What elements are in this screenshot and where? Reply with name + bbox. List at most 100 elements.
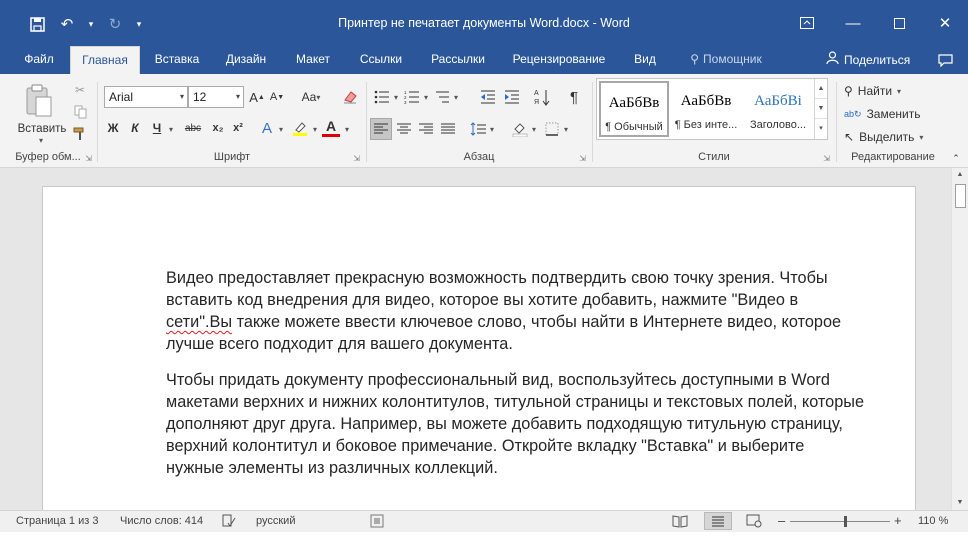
tab-home[interactable]: Главная bbox=[70, 46, 140, 74]
find-dropdown-icon: ▾ bbox=[897, 86, 902, 96]
line-spacing-icon[interactable] bbox=[468, 119, 488, 139]
underline-dropdown-icon[interactable]: ▾ bbox=[166, 125, 176, 134]
clipboard-launcher-icon[interactable]: ⇲ bbox=[85, 154, 92, 163]
shrink-font-icon[interactable]: A ▼ bbox=[268, 88, 286, 106]
text-effects-dropdown-icon[interactable]: ▾ bbox=[276, 125, 286, 134]
select-button[interactable]: ↖ Выделить ▾ bbox=[844, 128, 940, 146]
replace-button[interactable]: ab↻ Заменить bbox=[844, 105, 934, 123]
increase-indent-icon[interactable] bbox=[502, 88, 522, 106]
show-formatting-icon[interactable]: ¶ bbox=[564, 88, 584, 106]
zoom-out-icon[interactable]: – bbox=[778, 513, 785, 528]
find-label: Найти bbox=[857, 84, 893, 98]
share-button[interactable]: Поделиться bbox=[826, 46, 910, 74]
document-area: Видео предоставляет прекрасную возможнос… bbox=[0, 168, 968, 510]
tab-insert[interactable]: Вставка bbox=[146, 46, 208, 74]
highlight-icon[interactable] bbox=[290, 119, 310, 137]
align-right-icon[interactable] bbox=[416, 119, 436, 139]
subscript-button[interactable]: x₂ bbox=[208, 119, 228, 137]
sort-icon[interactable]: АЯ bbox=[532, 86, 552, 108]
macro-icon[interactable] bbox=[370, 514, 384, 531]
paste-icon[interactable] bbox=[18, 80, 58, 122]
align-left-icon[interactable] bbox=[370, 118, 392, 140]
justify-icon[interactable] bbox=[438, 119, 458, 139]
text-effects-icon[interactable]: A bbox=[258, 119, 276, 137]
tab-layout[interactable]: Макет bbox=[286, 46, 340, 74]
paragraph-2[interactable]: Чтобы придать документу профессиональный… bbox=[166, 369, 866, 479]
proofing-icon[interactable] bbox=[222, 514, 236, 531]
read-mode-icon[interactable] bbox=[672, 514, 688, 531]
tab-view[interactable]: Вид bbox=[624, 46, 666, 74]
underline-button[interactable]: Ч bbox=[148, 119, 166, 137]
maximize-icon[interactable] bbox=[876, 8, 922, 38]
scroll-up-icon[interactable]: ▲ bbox=[952, 168, 968, 182]
word-count[interactable]: Число слов: 414 bbox=[120, 515, 203, 527]
bullets-dropdown-icon[interactable]: ▾ bbox=[392, 93, 400, 102]
line-spacing-dropdown-icon[interactable]: ▾ bbox=[488, 125, 496, 134]
print-layout-icon[interactable] bbox=[704, 512, 732, 530]
page-count[interactable]: Страница 1 из 3 bbox=[16, 515, 98, 527]
numbering-icon[interactable]: 123 bbox=[402, 88, 422, 106]
zoom-in-icon[interactable]: + bbox=[894, 513, 902, 528]
multilevel-dropdown-icon[interactable]: ▾ bbox=[452, 93, 460, 102]
group-separator bbox=[592, 82, 593, 162]
minimize-icon[interactable]: — bbox=[830, 8, 876, 38]
font-name-dropdown-icon[interactable]: ▾ bbox=[180, 87, 184, 107]
scroll-down-icon[interactable]: ▼ bbox=[952, 496, 968, 510]
borders-dropdown-icon[interactable]: ▾ bbox=[562, 125, 570, 134]
vertical-scrollbar[interactable]: ▲ ▼ bbox=[951, 168, 968, 510]
superscript-button[interactable]: x² bbox=[228, 119, 248, 137]
bold-button[interactable]: Ж bbox=[104, 119, 122, 137]
tab-design[interactable]: Дизайн bbox=[216, 46, 276, 74]
paragraph-1[interactable]: Видео предоставляет прекрасную возможнос… bbox=[166, 267, 866, 355]
font-launcher-icon[interactable]: ⇲ bbox=[353, 154, 360, 163]
paste-button[interactable]: Вставить bbox=[8, 122, 76, 136]
spelling-error-text[interactable]: сети".Вы bbox=[166, 313, 232, 331]
numbering-dropdown-icon[interactable]: ▾ bbox=[422, 93, 430, 102]
tab-references[interactable]: Ссылки bbox=[350, 46, 412, 74]
bullets-icon[interactable] bbox=[372, 88, 392, 106]
decrease-indent-icon[interactable] bbox=[478, 88, 498, 106]
web-layout-icon[interactable] bbox=[746, 514, 762, 531]
tab-review[interactable]: Рецензирование bbox=[504, 46, 614, 74]
font-size-dropdown-icon[interactable]: ▾ bbox=[236, 87, 240, 107]
svg-text:3: 3 bbox=[404, 100, 407, 104]
strikethrough-button[interactable]: abc bbox=[180, 119, 206, 137]
select-dropdown-icon: ▾ bbox=[919, 132, 924, 142]
align-center-icon[interactable] bbox=[394, 119, 414, 139]
collapse-ribbon-icon[interactable]: ⌃ bbox=[950, 152, 962, 164]
paragraph-launcher-icon[interactable]: ⇲ bbox=[579, 154, 586, 163]
grow-font-icon[interactable]: A ▲ bbox=[248, 88, 266, 106]
clear-formatting-icon[interactable] bbox=[340, 88, 360, 106]
font-size-combo[interactable]: 12 ▾ bbox=[188, 86, 244, 108]
font-color-icon[interactable]: A bbox=[322, 117, 340, 137]
styles-group: Стили ⇲ bbox=[594, 78, 834, 166]
tab-mailings[interactable]: Рассылки bbox=[420, 46, 496, 74]
italic-button[interactable]: К bbox=[126, 119, 144, 137]
ribbon-display-options-icon[interactable] bbox=[784, 8, 830, 38]
highlight-dropdown-icon[interactable]: ▾ bbox=[310, 125, 320, 134]
scrollbar-thumb[interactable] bbox=[955, 184, 966, 208]
shading-dropdown-icon[interactable]: ▾ bbox=[530, 125, 538, 134]
close-icon[interactable]: ✕ bbox=[922, 8, 968, 38]
tell-me-box[interactable]: ⚲ Помощник bbox=[676, 46, 776, 74]
styles-launcher-icon[interactable]: ⇲ bbox=[823, 154, 830, 163]
multilevel-list-icon[interactable] bbox=[432, 88, 452, 106]
borders-icon[interactable] bbox=[542, 119, 562, 139]
zoom-slider[interactable] bbox=[790, 516, 890, 527]
find-button[interactable]: ⚲ Найти ▾ bbox=[844, 82, 934, 100]
change-case-button[interactable]: Aa ▾ bbox=[296, 88, 326, 106]
copy-icon[interactable] bbox=[72, 104, 88, 120]
font-name-combo[interactable]: Arial ▾ bbox=[104, 86, 188, 108]
shading-icon[interactable] bbox=[510, 119, 530, 139]
status-bar: Страница 1 из 3 Число слов: 414 русский … bbox=[0, 510, 968, 532]
cut-icon[interactable]: ✂ bbox=[72, 82, 88, 98]
zoom-level[interactable]: 110 % bbox=[918, 515, 948, 527]
format-painter-icon[interactable] bbox=[72, 126, 88, 142]
comment-icon[interactable] bbox=[935, 50, 955, 70]
document-page[interactable]: Видео предоставляет прекрасную возможнос… bbox=[42, 186, 916, 510]
language[interactable]: русский bbox=[256, 515, 295, 527]
tab-file[interactable]: Файл bbox=[10, 46, 68, 74]
paste-dropdown-icon[interactable]: ▾ bbox=[36, 136, 46, 145]
font-color-dropdown-icon[interactable]: ▾ bbox=[342, 125, 352, 134]
zoom-slider-thumb[interactable] bbox=[843, 516, 847, 527]
